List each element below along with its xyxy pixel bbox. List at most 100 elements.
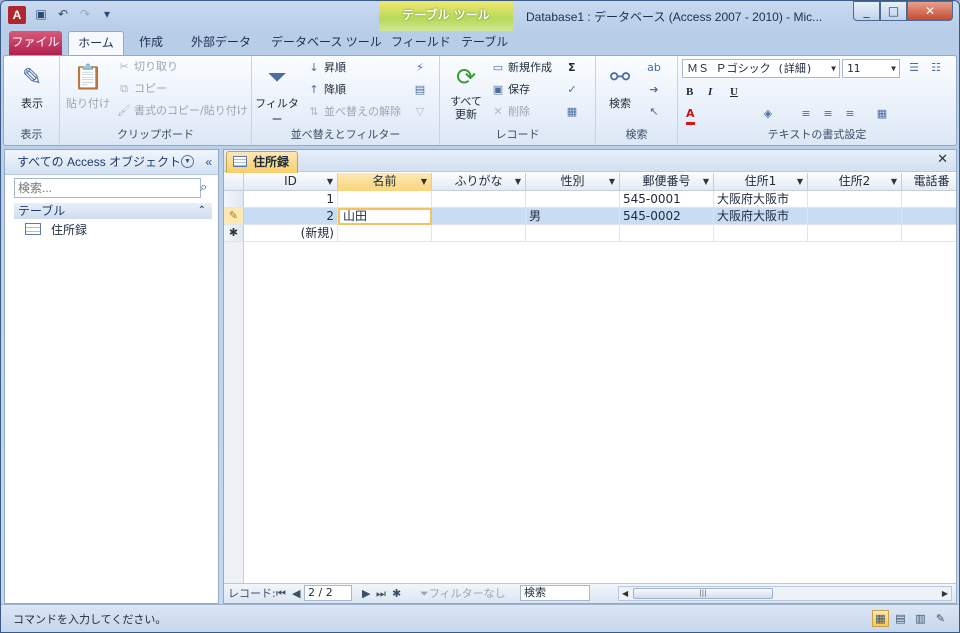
find-button[interactable]: ⚯ 検索 <box>600 61 640 111</box>
scroll-right-icon[interactable]: ▶ <box>942 587 948 600</box>
filter-button[interactable]: ⏷ フィルター <box>254 61 300 127</box>
record-search-input[interactable]: 検索 <box>520 585 590 601</box>
font-name-combo[interactable]: ＭＳ Ｐゴシック (詳細) ▼ <box>682 59 840 78</box>
pencil-icon[interactable]: ✎ <box>224 208 244 224</box>
previous-record-icon[interactable]: ◀ <box>292 584 300 603</box>
selection-filter-button[interactable]: ⚡ <box>412 60 430 76</box>
new-record-nav-icon[interactable]: ✱ <box>392 584 401 603</box>
replace-button[interactable]: ab <box>646 60 664 76</box>
select-button[interactable]: ↖ <box>646 104 664 120</box>
numbering-button[interactable]: ☷ <box>928 60 946 76</box>
search-icon[interactable]: ⌕ <box>200 178 216 198</box>
cell-address2[interactable] <box>808 191 902 208</box>
format-painter-button[interactable]: 🖌 書式のコピー/貼り付け <box>116 103 248 119</box>
cell-phone[interactable] <box>902 225 956 242</box>
cell-zip[interactable] <box>620 225 714 242</box>
scroll-thumb[interactable]: ||| <box>633 588 773 599</box>
nav-menu-chevron-icon[interactable]: ▼ <box>181 155 194 168</box>
cell-phone[interactable] <box>902 208 956 225</box>
chevron-down-icon[interactable]: ▼ <box>515 173 521 190</box>
cell-zip[interactable]: 545-0001 <box>620 191 714 208</box>
cell-phone[interactable] <box>902 191 956 208</box>
tab-file[interactable]: ファイル <box>9 31 62 55</box>
chevron-down-icon[interactable]: ▼ <box>891 173 897 190</box>
save-icon[interactable]: ▣ <box>33 6 49 22</box>
clear-sort-button[interactable]: ⇅ 並べ替えの解除 <box>306 104 401 120</box>
tab-home[interactable]: ホーム <box>68 31 124 56</box>
redo-icon[interactable]: ↷ <box>77 6 93 22</box>
chevron-down-icon[interactable]: ▼ <box>797 173 803 190</box>
no-filter-button[interactable]: ⏷ フィルターなし <box>420 584 506 603</box>
spelling-button[interactable]: ✓ <box>564 82 582 98</box>
pivot-table-view-icon[interactable]: ▤ <box>892 610 909 627</box>
column-header-address2[interactable]: 住所2 ▼ <box>808 173 902 191</box>
chevron-down-icon[interactable]: ▼ <box>703 173 709 190</box>
gridlines-button[interactable]: ▦ <box>874 106 892 122</box>
cell-zip[interactable]: 545-0002 <box>620 208 714 225</box>
new-record-button[interactable]: ▭ 新規作成 <box>490 60 552 76</box>
cell-kana[interactable] <box>432 208 526 225</box>
cut-button[interactable]: ✂ 切り取り <box>116 59 178 75</box>
bullets-button[interactable]: ☰ <box>906 60 924 76</box>
cell-address1[interactable]: 大阪府大阪市 <box>714 208 808 225</box>
customize-qat-icon[interactable]: ▾ <box>99 6 115 22</box>
nav-item-address-book[interactable]: 住所録 <box>25 222 87 238</box>
new-record-asterisk-icon[interactable]: ✱ <box>224 225 244 241</box>
tab-table[interactable]: テーブル <box>451 31 518 55</box>
advanced-filter-button[interactable]: ▤ <box>412 82 430 98</box>
sort-descending-button[interactable]: ↑ 降順 <box>306 82 346 98</box>
cell-address2[interactable] <box>808 225 902 242</box>
table-row[interactable]: 1 545-0001 大阪府大阪市 <box>224 191 956 208</box>
record-selector[interactable] <box>224 191 244 207</box>
access-app-icon[interactable]: A <box>8 6 26 24</box>
save-record-button[interactable]: ▣ 保存 <box>490 82 530 98</box>
close-document-icon[interactable]: ✕ <box>937 152 948 167</box>
current-record-input[interactable]: 2 / 2 <box>304 585 352 601</box>
tab-address-book[interactable]: 住所録 <box>226 151 298 173</box>
next-record-icon[interactable]: ▶ <box>362 584 370 603</box>
horizontal-scrollbar[interactable]: ◀ ||| ▶ <box>618 586 952 601</box>
nav-section-tables[interactable]: テーブル ⌃ <box>14 203 212 219</box>
cell-id[interactable]: 2 <box>244 208 338 225</box>
new-record-row[interactable]: ✱ (新規) <box>224 225 956 242</box>
underline-button[interactable]: U <box>730 84 738 100</box>
bold-button[interactable]: B <box>686 84 693 100</box>
cell-kana[interactable] <box>432 191 526 208</box>
new-record-placeholder[interactable]: (新規) <box>244 225 338 242</box>
last-record-icon[interactable]: ⏭ <box>376 584 386 603</box>
pivot-chart-view-icon[interactable]: ▥ <box>912 610 929 627</box>
copy-button[interactable]: ⧉ コピー <box>116 81 167 97</box>
totals-button[interactable]: Σ <box>568 60 576 76</box>
chevron-down-icon[interactable]: ▼ <box>327 173 333 190</box>
italic-button[interactable]: I <box>708 84 712 100</box>
column-header-sex[interactable]: 性別 ▼ <box>526 173 620 191</box>
chevron-down-icon[interactable]: ▼ <box>421 173 427 190</box>
first-record-icon[interactable]: ⏮ <box>276 584 286 603</box>
column-header-name[interactable]: 名前 ▼ <box>338 173 432 191</box>
tab-external-data[interactable]: 外部データ <box>181 31 261 55</box>
column-header-address1[interactable]: 住所1 ▼ <box>714 173 808 191</box>
sort-ascending-button[interactable]: ↓ 昇順 <box>306 60 346 76</box>
cell-name-editing[interactable]: 山田 <box>338 208 432 225</box>
align-left-button[interactable]: ≡ <box>798 106 816 122</box>
fill-color-button[interactable]: ◈ <box>760 106 778 122</box>
nav-search-input[interactable] <box>14 178 201 198</box>
delete-record-button[interactable]: ✕ 削除 <box>490 104 530 120</box>
chevron-down-icon[interactable]: ▼ <box>609 173 615 190</box>
paste-button[interactable]: 📋 貼り付け <box>64 61 112 111</box>
table-row[interactable]: ✎ 2 山田 男 545-0002 大阪府大阪市 <box>224 208 956 225</box>
cell-address1[interactable] <box>714 225 808 242</box>
font-size-combo[interactable]: 11 ▼ <box>842 59 900 78</box>
cell-name[interactable] <box>338 191 432 208</box>
align-center-button[interactable]: ≡ <box>820 106 838 122</box>
maximize-button[interactable]: □ <box>880 1 907 21</box>
tab-database-tools[interactable]: データベース ツール <box>261 31 392 55</box>
cell-name[interactable] <box>338 225 432 242</box>
tab-create[interactable]: 作成 <box>129 31 173 55</box>
close-button[interactable]: ✕ <box>907 1 953 21</box>
refresh-all-button[interactable]: ⟳ すべて 更新 <box>444 61 488 121</box>
more-records-button[interactable]: ▦ <box>564 104 582 120</box>
cell-address2[interactable] <box>808 208 902 225</box>
cell-sex[interactable] <box>526 225 620 242</box>
select-all-corner[interactable] <box>224 173 244 191</box>
